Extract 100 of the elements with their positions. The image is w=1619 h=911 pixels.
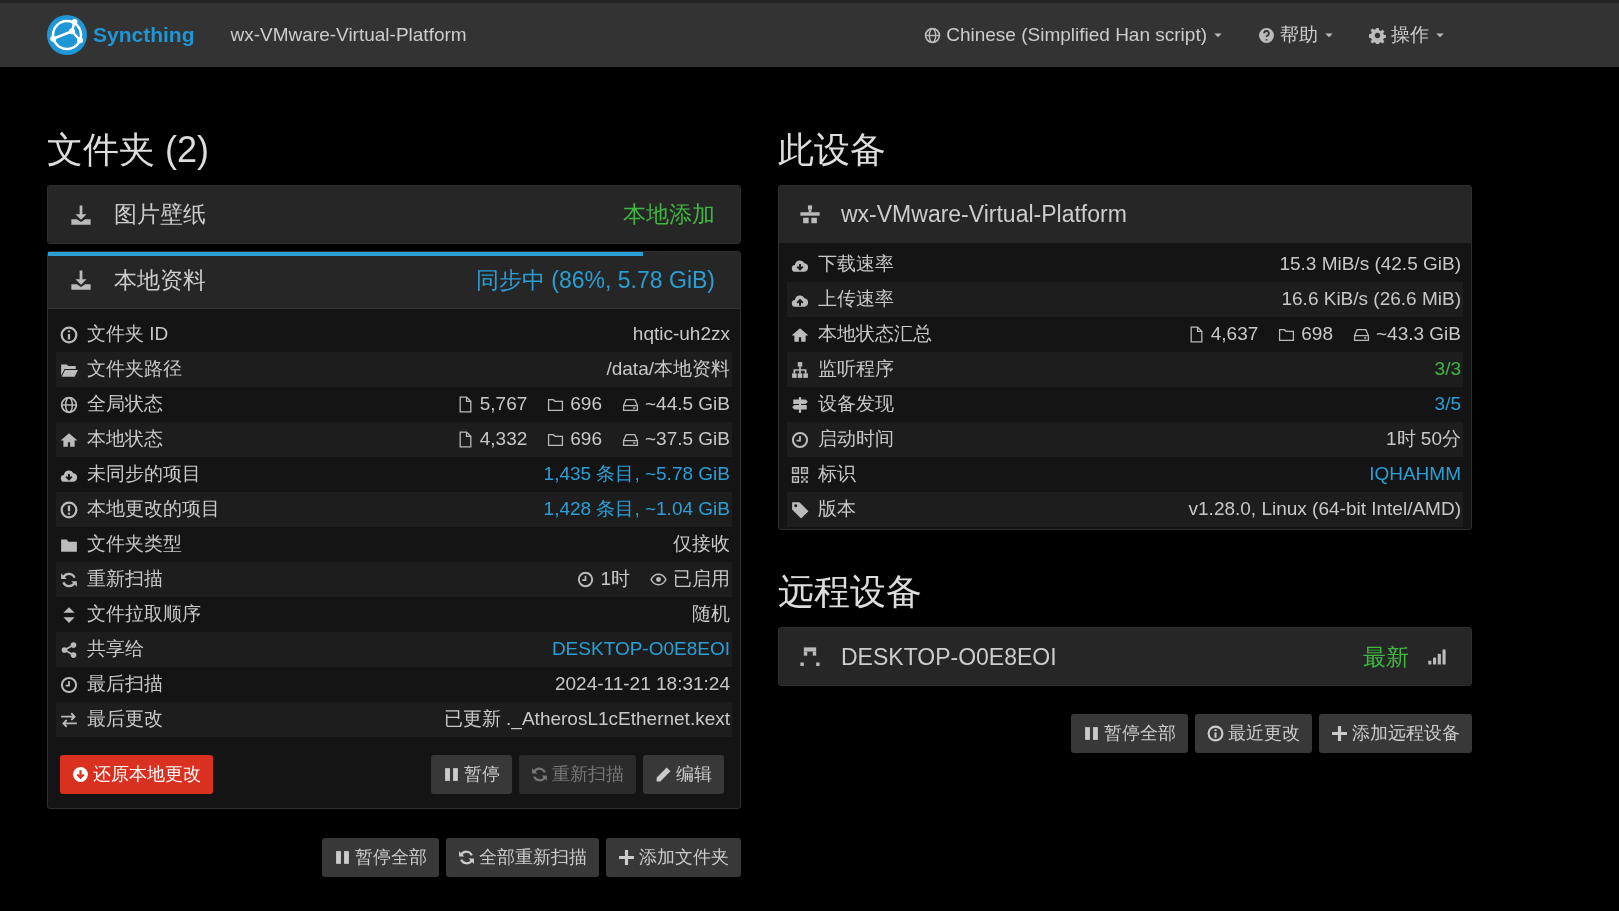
plus-icon <box>1331 725 1348 743</box>
device-icon <box>799 645 821 668</box>
clock-icon <box>60 675 78 694</box>
refresh-icon <box>60 570 78 589</box>
rescan-interval: 1时 <box>600 567 630 592</box>
plus-icon <box>618 849 635 867</box>
file-count: 5,767 <box>479 392 528 417</box>
folder-header[interactable]: 本地资料 同步中 (86%, 5.78 GiB) <box>48 252 740 310</box>
globe-icon <box>924 26 942 44</box>
folder-toolbar-button[interactable]: 暂停全部 <box>322 838 439 878</box>
detail-value: 3/5 <box>1434 392 1461 417</box>
refresh-icon <box>458 849 475 867</box>
detail-value: DESKTOP-O0E8EOI <box>551 637 730 662</box>
detail-label: 最后更改 <box>87 707 163 732</box>
section-heading: 文件夹 (2) <box>47 128 210 172</box>
menu-dropdown[interactable]: Chinese (Simplified Han script) <box>916 16 1232 54</box>
folder-icon <box>547 431 565 449</box>
detail-label: 标识 <box>818 462 856 487</box>
detail-value: 2024-11-21 18:31:24 <box>554 672 730 697</box>
info-icon <box>1207 725 1224 743</box>
folder-name: 图片壁纸 <box>114 200 206 230</box>
exclamation-icon <box>60 500 78 519</box>
qr-code-icon <box>791 465 809 484</box>
detail-label: 启动时间 <box>818 427 894 452</box>
detail-label: 上传速率 <box>818 287 894 312</box>
detail-label: 文件夹类型 <box>87 532 182 557</box>
detail-value: 3/3 <box>1434 357 1461 382</box>
device-name: wx-VMware-Virtual-Platform <box>230 22 467 47</box>
folder-status: 本地添加 <box>623 200 715 230</box>
remote-device-panel[interactable]: DESKTOP-O0E8EOI 最新 <box>778 627 1472 687</box>
network-icon <box>791 360 809 379</box>
detail-value: 随机 <box>692 602 730 627</box>
folder-name: 本地资料 <box>114 265 206 295</box>
file-count: 4,637 <box>1210 322 1259 347</box>
drive-icon <box>1352 326 1370 344</box>
device-toolbar-button[interactable]: 添加远程设备 <box>1319 714 1472 754</box>
share-icon <box>60 640 78 659</box>
folder-toolbar-button[interactable]: 全部重新扫描 <box>446 838 599 878</box>
eye-icon <box>650 571 667 589</box>
pause-icon <box>443 766 460 784</box>
detail-value: 1,435 条目, ~5.78 GiB <box>543 462 730 487</box>
drive-icon <box>621 396 639 414</box>
pause-icon <box>1083 725 1100 743</box>
size-value: ~43.3 GiB <box>1375 322 1461 347</box>
menu-dropdown[interactable]: 帮助 <box>1250 16 1343 54</box>
detail-label: 设备发现 <box>818 392 894 417</box>
folder-toolbar-button[interactable]: 添加文件夹 <box>606 838 741 878</box>
detail-value: 已更新 ._AtherosL1cEthernet.kext <box>443 707 730 732</box>
folder-count: 696 <box>570 392 602 417</box>
folder-count: 698 <box>1301 322 1333 347</box>
section-heading: 远程设备 <box>778 570 923 614</box>
detail-value: 1时 50分 <box>1386 427 1461 452</box>
watch-status: 已启用 <box>673 567 730 592</box>
detail-label: 未同步的项目 <box>87 462 201 487</box>
revert-button[interactable]: 还原本地更改 <box>60 755 213 795</box>
detail-label: 版本 <box>818 497 856 522</box>
folder-icon <box>1278 326 1296 344</box>
detail-label: 全局状态 <box>87 392 163 417</box>
clock-icon <box>577 571 595 589</box>
detail-label: 下载速率 <box>818 252 894 277</box>
detail-label: 重新扫描 <box>87 567 163 592</box>
pause-icon <box>334 849 351 867</box>
detail-value: IQHAHMM <box>1369 462 1461 487</box>
drive-icon <box>621 431 639 449</box>
folder-icon <box>547 396 565 414</box>
device-name: wx-VMware-Virtual-Platform <box>841 200 1127 230</box>
detail-label: 监听程序 <box>818 357 894 382</box>
download-icon <box>70 203 92 226</box>
device-toolbar-button[interactable]: 最近更改 <box>1195 714 1312 754</box>
folder-header[interactable]: 图片壁纸 本地添加 <box>48 186 740 244</box>
folder-status: 同步中 (86%, 5.78 GiB) <box>475 265 715 295</box>
detail-label: 文件拉取顺序 <box>87 602 201 627</box>
device-toolbar-button[interactable]: 暂停全部 <box>1071 714 1188 754</box>
file-count: 4,332 <box>479 427 528 452</box>
size-value: ~44.5 GiB <box>644 392 730 417</box>
detail-value: 16.6 KiB/s (26.6 MiB) <box>1281 287 1461 312</box>
detail-label: 本地状态汇总 <box>818 322 932 347</box>
tag-icon <box>791 500 809 519</box>
detail-value: v1.28.0, Linux (64-bit Intel/AMD) <box>1188 497 1461 522</box>
swap-arrows-icon <box>60 710 78 729</box>
detail-label: 文件夹 ID <box>87 322 169 347</box>
info-icon <box>60 325 78 344</box>
menu-dropdown[interactable]: 操作 <box>1361 16 1454 54</box>
folder-count: 696 <box>570 427 602 452</box>
signpost-icon <box>791 395 809 414</box>
globe-icon <box>60 395 78 414</box>
size-value: ~37.5 GiB <box>644 427 730 452</box>
folder-action-button[interactable]: 暂停 <box>431 755 512 795</box>
detail-label: 最后扫描 <box>87 672 163 697</box>
detail-label: 文件夹路径 <box>87 357 182 382</box>
folder-action-button[interactable]: 编辑 <box>643 755 724 795</box>
detail-value: hqtic-uh2zx <box>632 322 730 347</box>
clock-icon <box>791 430 809 449</box>
detail-value: 15.3 MiB/s (42.5 GiB) <box>1279 252 1461 277</box>
brand-name: Syncthing <box>93 22 195 49</box>
logo-icon <box>47 15 87 55</box>
download-icon <box>70 269 92 292</box>
detail-label: 共享给 <box>87 637 144 662</box>
detail-value: /data/本地资料 <box>606 357 730 382</box>
refresh-icon <box>531 766 548 784</box>
